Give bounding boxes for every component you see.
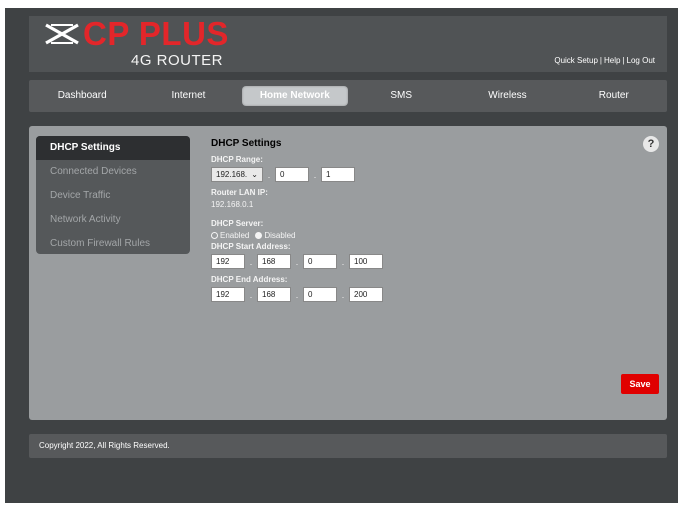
log-out-link[interactable]: Log Out [627,56,655,65]
tab-home-network[interactable]: Home Network [241,86,348,106]
footer: Copyright 2022, All Rights Reserved. [29,434,667,458]
content-panel: DHCP Settings Connected Devices Device T… [29,126,667,420]
sidebar-item-dhcp-settings[interactable]: DHCP Settings [36,136,190,160]
ip-dot: . [341,256,345,267]
form-title: DHCP Settings [211,138,282,149]
tab-sms[interactable]: SMS [348,86,454,106]
end-octet3-input[interactable] [303,287,337,302]
dhcp-server-disabled-option[interactable]: Disabled [255,231,296,240]
dhcp-range-row: 192.168. ⌄ . . [211,167,511,182]
dhcp-settings-form: DHCP Settings DHCP Range: 192.168. ⌄ . .… [211,138,511,308]
dhcp-range-octet3-input[interactable] [275,167,309,182]
ip-dot: . [313,169,317,180]
dhcp-start-address-label: DHCP Start Address: [211,242,291,251]
brand-subtitle: 4G ROUTER [131,52,224,69]
help-link[interactable]: Help [604,56,620,65]
dhcp-server-enabled-option[interactable]: Enabled [211,231,249,240]
start-octet2-input[interactable] [257,254,291,269]
dhcp-range-prefix-select[interactable]: 192.168. ⌄ [211,167,263,182]
dhcp-end-address-row: . . . [211,287,511,302]
cp-plus-logo-icon [45,23,79,45]
end-octet2-input[interactable] [257,287,291,302]
sidebar-item-device-traffic[interactable]: Device Traffic [36,184,190,208]
quick-setup-link[interactable]: Quick Setup [554,56,598,65]
sidebar: DHCP Settings Connected Devices Device T… [36,136,190,254]
chevron-down-icon: ⌄ [251,170,258,179]
dhcp-start-address-row: . . . [211,254,511,269]
dhcp-server-label: DHCP Server: [211,219,264,228]
ip-dot: . [249,256,253,267]
end-octet4-input[interactable] [349,287,383,302]
header: CP PLUS 4G ROUTER Quick Setup | Help | Log O… [29,16,667,72]
tab-internet[interactable]: Internet [135,86,241,106]
dhcp-server-radios: Enabled Disabled [211,231,511,240]
end-octet1-input[interactable] [211,287,245,302]
router-frame: CP PLUS 4G ROUTER Quick Setup | Help | Log O… [5,8,678,503]
dhcp-range-label: DHCP Range: [211,155,263,164]
sidebar-item-network-activity[interactable]: Network Activity [36,208,190,232]
dhcp-server-enabled-label: Enabled [220,231,250,240]
start-octet3-input[interactable] [303,254,337,269]
top-links: Quick Setup | Help | Log Out [554,56,655,65]
ip-dot: . [295,256,299,267]
main-nav: Dashboard Internet Home Network SMS Wire… [29,80,667,112]
start-octet1-input[interactable] [211,254,245,269]
dhcp-range-prefix-value: 192.168. [216,170,248,179]
save-button[interactable]: Save [621,374,659,394]
ip-dot: . [267,169,271,180]
ip-dot: . [249,289,253,300]
dhcp-server-disabled-radio[interactable] [255,232,263,239]
ip-dot: . [341,289,345,300]
router-lan-ip-label: Router LAN IP: [211,188,268,197]
sidebar-item-custom-firewall-rules[interactable]: Custom Firewall Rules [36,232,190,254]
router-lan-ip-value: 192.168.0.1 [211,200,254,209]
dhcp-server-disabled-label: Disabled [264,231,296,240]
sidebar-item-connected-devices[interactable]: Connected Devices [36,160,190,184]
tab-wireless[interactable]: Wireless [454,86,560,106]
tab-dashboard[interactable]: Dashboard [29,86,135,106]
tab-router[interactable]: Router [561,86,667,106]
dhcp-end-address-label: DHCP End Address: [211,275,288,284]
dhcp-server-enabled-radio[interactable] [211,232,218,239]
dhcp-range-octet4-input[interactable] [321,167,355,182]
brand-name: CP PLUS [83,15,229,52]
help-icon[interactable]: ? [643,136,659,152]
ip-dot: . [295,289,299,300]
start-octet4-input[interactable] [349,254,383,269]
